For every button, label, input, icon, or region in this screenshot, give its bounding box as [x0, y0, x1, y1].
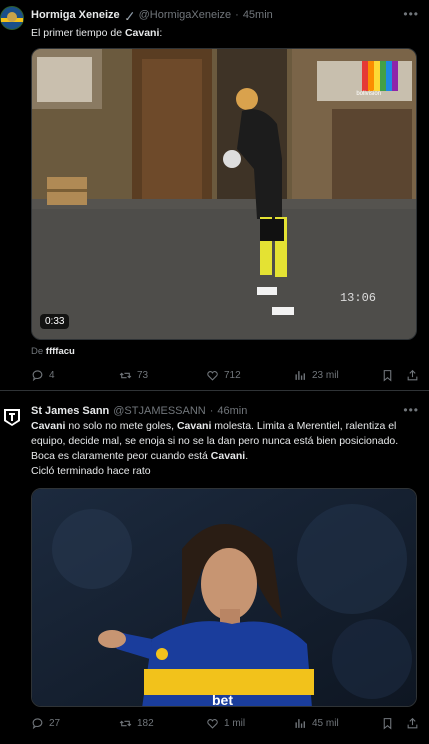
display-name[interactable]: St James Sann: [31, 405, 109, 417]
source-attribution: De ffffacu: [31, 346, 75, 357]
text-segment: no solo no mete goles,: [65, 420, 177, 432]
share-button[interactable]: [406, 717, 419, 730]
views-button[interactable]: 23 mil: [294, 369, 339, 382]
mention-bold: Cavani: [31, 420, 66, 432]
mention-bold: Cavani: [176, 420, 212, 432]
separator: ·: [235, 9, 239, 21]
tweet-image[interactable]: bet: [31, 488, 417, 707]
sponsor-text: bet: [212, 692, 233, 707]
reply-icon: [32, 370, 43, 382]
timestamp[interactable]: 45min: [243, 9, 273, 21]
separator: ·: [209, 405, 214, 417]
like-icon: [207, 371, 218, 381]
display-name[interactable]: Hormiga Xeneize: [31, 9, 120, 21]
tweet-text: El primer tiempo de Cavani:: [31, 27, 163, 39]
mention-bold: Cavani: [210, 450, 246, 462]
views-icon: [295, 371, 305, 380]
text-segment: .: [245, 450, 249, 462]
repost-button[interactable]: 73: [119, 369, 148, 382]
like-button[interactable]: 712: [206, 369, 241, 382]
tweet-hormiga[interactable]: Hormiga Xeneize @HormigaXeneize · 45min …: [0, 0, 429, 390]
tweet-stjames[interactable]: St James Sann @STJAMESSANN · 46min ••• C…: [0, 391, 429, 744]
source-link[interactable]: ffffacu: [46, 346, 75, 357]
repost-button[interactable]: 182: [119, 717, 154, 730]
tweet-text: Cavani no solo no mete goles, Cavani mol…: [31, 419, 423, 464]
share-icon: [407, 717, 418, 729]
tweet-text-line2: Cicló terminado hace rato: [31, 465, 151, 477]
verified-badge-icon: [124, 10, 135, 21]
handle[interactable]: @STJAMESSANN: [113, 405, 205, 417]
bookmark-icon: [383, 370, 392, 382]
like-button[interactable]: 1 mil: [206, 717, 245, 730]
reply-icon: [32, 718, 43, 730]
like-icon: [207, 719, 218, 729]
repost-icon: [119, 720, 132, 727]
more-icon[interactable]: •••: [403, 7, 419, 21]
views-icon: [295, 719, 305, 728]
views-button[interactable]: 45 mil: [294, 717, 339, 730]
repost-icon: [119, 372, 132, 379]
player-photo: [32, 489, 416, 706]
video-timestamp-overlay: 13:06: [339, 291, 376, 305]
timestamp[interactable]: 46min: [217, 405, 247, 417]
share-button[interactable]: [406, 369, 419, 382]
mention-bold: Cavani: [124, 27, 160, 39]
avatar[interactable]: [0, 405, 24, 429]
bookmark-button[interactable]: [381, 717, 394, 730]
avatar[interactable]: [0, 6, 24, 30]
video-duration: 0:33: [40, 314, 70, 329]
bookmark-icon: [383, 718, 392, 730]
channel-logo-text: bolivision: [356, 91, 381, 97]
more-icon[interactable]: •••: [403, 403, 419, 417]
share-icon: [407, 369, 418, 381]
bookmark-button[interactable]: [381, 369, 394, 382]
video-player[interactable]: 13:06 bolivision 0:33: [31, 48, 417, 340]
reply-button[interactable]: 27: [31, 717, 60, 730]
reply-button[interactable]: 4: [31, 369, 55, 382]
handle[interactable]: @HormigaXeneize: [139, 9, 232, 21]
